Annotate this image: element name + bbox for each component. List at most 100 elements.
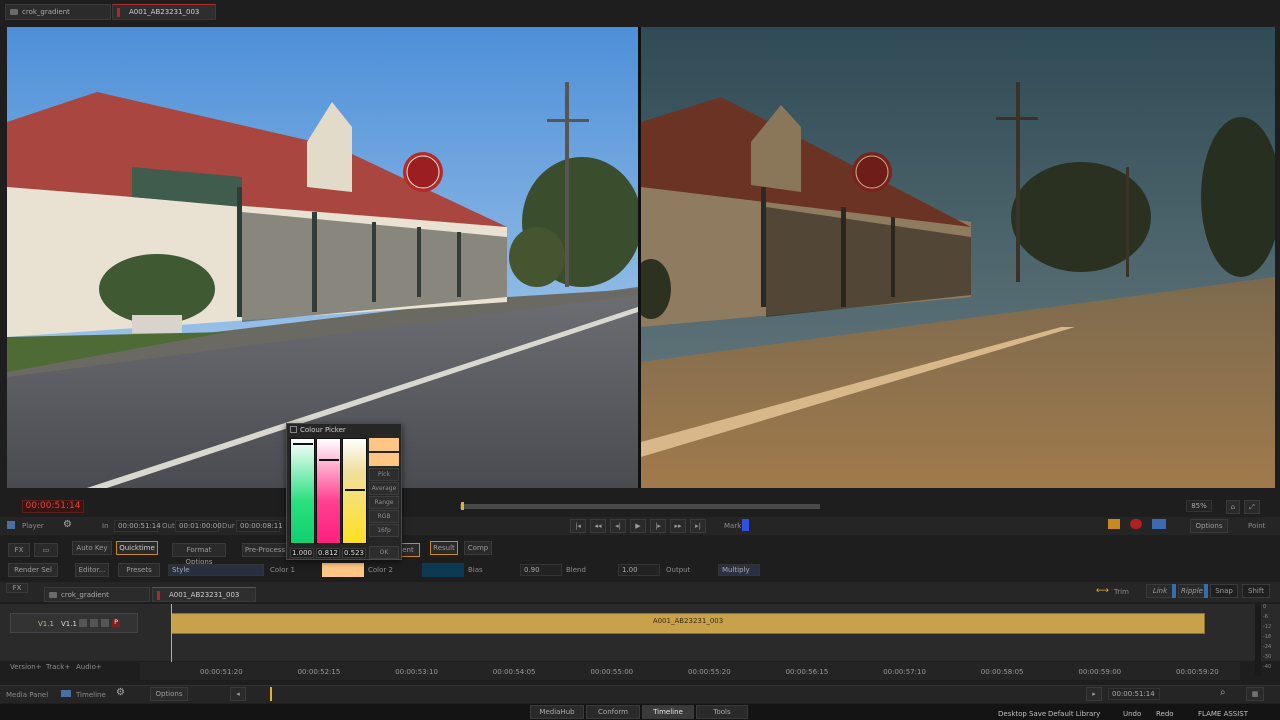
gear-icon[interactable]: ⚙ bbox=[116, 687, 125, 698]
tools-tab[interactable]: Tools bbox=[696, 705, 748, 719]
mark-label[interactable]: Mark bbox=[724, 521, 741, 531]
comp-button[interactable]: Comp bbox=[464, 541, 492, 555]
mini-playhead[interactable] bbox=[270, 687, 272, 701]
library-dropdown[interactable]: Default Library bbox=[1048, 709, 1100, 719]
trim-icon[interactable]: ⟷ bbox=[1096, 586, 1109, 596]
pre-process-button[interactable]: Pre-Process bbox=[242, 543, 288, 557]
prev-frame-icon[interactable]: ◂◂ bbox=[590, 519, 606, 533]
red-slider-handle[interactable] bbox=[293, 443, 313, 445]
folder-icon bbox=[10, 9, 18, 15]
viewer-left[interactable] bbox=[7, 27, 638, 488]
blue-slider[interactable] bbox=[342, 438, 367, 544]
timeline-button[interactable]: Timeline bbox=[76, 690, 106, 700]
fit-icon[interactable]: ⤢ bbox=[1244, 500, 1260, 514]
close-icon[interactable] bbox=[290, 426, 297, 433]
record-icon[interactable] bbox=[1130, 519, 1142, 529]
timeline-tab-gradient[interactable]: crok_gradient bbox=[44, 587, 150, 602]
ok-button[interactable]: OK bbox=[369, 546, 399, 559]
dur-field[interactable]: 00:00:08:11 bbox=[236, 520, 283, 532]
layout-icon[interactable]: ▦ bbox=[1246, 687, 1264, 701]
16fp-button[interactable]: 16fp bbox=[369, 524, 399, 537]
next-frame-icon[interactable]: ▸▸ bbox=[670, 519, 686, 533]
auto-key-button[interactable]: Auto Key bbox=[72, 541, 112, 555]
go-end-icon[interactable]: ▸| bbox=[690, 519, 706, 533]
home-icon[interactable]: ⌂ bbox=[1226, 500, 1240, 514]
version-plus-button[interactable]: Version+ bbox=[10, 662, 42, 672]
track-plus-button[interactable]: Track+ bbox=[46, 662, 70, 672]
sync-icon[interactable] bbox=[1152, 519, 1166, 529]
options-button[interactable]: Options bbox=[150, 687, 188, 701]
media-panel-button[interactable]: Media Panel bbox=[6, 690, 48, 700]
shift-button[interactable]: Shift bbox=[1242, 584, 1270, 598]
in-field[interactable]: 00:00:51:14 bbox=[114, 520, 161, 532]
desktop-button[interactable]: Desktop bbox=[998, 709, 1027, 719]
track-primary-icon[interactable]: P bbox=[112, 619, 120, 627]
track-lock-icon[interactable] bbox=[79, 619, 87, 627]
snap-button[interactable]: Snap bbox=[1210, 584, 1238, 598]
render-sel-dropdown[interactable]: Render Sel bbox=[8, 563, 58, 577]
pick-button[interactable]: Pick bbox=[369, 468, 399, 481]
point-label[interactable]: Point bbox=[1248, 521, 1265, 531]
timeline-tab-clip[interactable]: A001_AB23231_003 bbox=[152, 587, 256, 602]
search-icon[interactable]: ⌕ bbox=[1220, 687, 1226, 698]
scroll-left-icon[interactable]: ◂ bbox=[230, 687, 246, 701]
tab-crok-gradient[interactable]: crok_gradient bbox=[5, 4, 111, 20]
fx-view-icon[interactable]: ▭ bbox=[34, 543, 58, 557]
scrubber-handle[interactable] bbox=[461, 502, 464, 510]
link-button[interactable]: Link bbox=[1146, 584, 1174, 598]
undo-button[interactable]: Undo bbox=[1123, 709, 1141, 719]
snap-icon[interactable] bbox=[1108, 519, 1120, 529]
previous-colour-swatch bbox=[369, 453, 399, 466]
blue-slider-handle[interactable] bbox=[345, 489, 365, 491]
quicktime-button[interactable]: Quicktime bbox=[116, 541, 158, 555]
blue-value[interactable]: 0.523 bbox=[342, 548, 366, 558]
fx-tab[interactable]: FX bbox=[6, 583, 28, 593]
color1-swatch[interactable] bbox=[322, 563, 364, 577]
save-button[interactable]: Save bbox=[1029, 709, 1046, 719]
timeline-tab[interactable]: Timeline bbox=[642, 705, 694, 719]
zoom-field[interactable]: 85% bbox=[1186, 500, 1212, 512]
green-slider[interactable] bbox=[316, 438, 341, 544]
current-timecode[interactable]: 00:00:51:14 bbox=[22, 500, 84, 513]
green-value[interactable]: 0.812 bbox=[316, 548, 340, 558]
go-start-icon[interactable]: |◂ bbox=[570, 519, 586, 533]
blend-field[interactable]: 1.00 bbox=[618, 564, 660, 576]
audio-plus-button[interactable]: Audio+ bbox=[76, 662, 102, 672]
track-solo-icon[interactable] bbox=[101, 619, 109, 627]
redo-button[interactable]: Redo bbox=[1156, 709, 1174, 719]
editor-button[interactable]: Editor... bbox=[75, 563, 109, 577]
conform-tab[interactable]: Conform bbox=[586, 705, 640, 719]
average-button[interactable]: Average bbox=[369, 482, 399, 495]
format-options-button[interactable]: Format Options bbox=[172, 543, 226, 566]
scroll-right-icon[interactable]: ▸ bbox=[1086, 687, 1102, 701]
result-button[interactable]: Result bbox=[430, 541, 458, 555]
out-field[interactable]: 00:01:00:00 bbox=[175, 520, 222, 532]
style-dropdown[interactable]: Style bbox=[168, 564, 264, 576]
scrubber-track[interactable] bbox=[460, 504, 820, 509]
bottom-timecode[interactable]: 00:00:51:14 bbox=[1108, 688, 1160, 700]
mark-color[interactable] bbox=[742, 519, 749, 531]
trim-button[interactable]: Trim bbox=[1114, 587, 1129, 597]
play-icon[interactable]: ▶ bbox=[630, 519, 646, 533]
presets-dropdown[interactable]: Presets bbox=[118, 563, 160, 577]
range-button[interactable]: Range bbox=[369, 496, 399, 509]
green-slider-handle[interactable] bbox=[319, 459, 339, 461]
tab-a001-clip[interactable]: A001_AB23231_003 bbox=[112, 4, 216, 20]
ripple-button[interactable]: Ripple bbox=[1178, 584, 1206, 598]
options-button[interactable]: Options bbox=[1190, 519, 1228, 533]
viewer-right[interactable] bbox=[641, 27, 1275, 488]
step-fwd-icon[interactable]: |▸ bbox=[650, 519, 666, 533]
red-slider[interactable] bbox=[290, 438, 315, 544]
step-back-icon[interactable]: ◂| bbox=[610, 519, 626, 533]
red-value[interactable]: 1.000 bbox=[290, 548, 314, 558]
playhead[interactable] bbox=[171, 604, 172, 666]
fx-button[interactable]: FX bbox=[8, 543, 30, 557]
rgb-button[interactable]: RGB bbox=[369, 510, 399, 523]
bias-field[interactable]: 0.90 bbox=[520, 564, 562, 576]
gear-icon[interactable]: ⚙ bbox=[63, 519, 72, 530]
colour-picker-panel[interactable]: Colour Picker Pick Average Range RGB 16f… bbox=[286, 423, 402, 560]
color2-swatch[interactable] bbox=[422, 563, 464, 577]
mediahub-tab[interactable]: MediaHub bbox=[530, 705, 584, 719]
track-mute-icon[interactable] bbox=[90, 619, 98, 627]
output-dropdown[interactable]: Multiply bbox=[718, 564, 760, 576]
